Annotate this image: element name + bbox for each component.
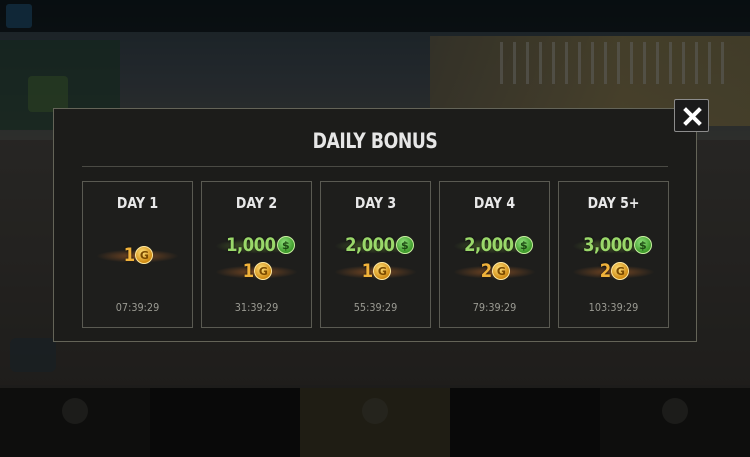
cash-coin-icon: $ [276,236,295,254]
close-button[interactable] [674,99,709,132]
day-timer: 79:39:29 [472,301,517,314]
day-label: DAY 5+ [587,194,640,212]
cash-reward: 2,000 $ [321,234,430,256]
day-label: DAY 1 [116,194,159,212]
gold-reward: 1G [321,260,430,282]
day-timer: 55:39:29 [353,301,398,314]
day-card: DAY 3 2,000 $1 G 55:39:29 [320,181,431,328]
gold-amount: 2 [599,260,611,282]
cash-reward: 1,000 $ [202,234,311,256]
close-icon [683,107,702,126]
gold-coin-icon: G [611,262,630,280]
gold-amount: 1 [361,260,373,282]
gold-reward: 2G [440,260,549,282]
cash-amount: 2,000 [464,234,514,256]
day-label: DAY 4 [473,194,516,212]
day-rewards-list: DAY 1 1 G 07:39:29 DAY 2 1,000 $1 G 31:39:29 DAY … [82,181,669,328]
cash-reward: 3,000 $ [559,234,668,256]
gold-coin-icon: G [492,262,511,280]
gold-amount: 2 [480,260,492,282]
day-card: DAY 2 1,000 $1 G 31:39:29 [201,181,312,328]
gold-reward: 2G [559,260,668,282]
day-label: DAY 3 [354,194,397,212]
daily-bonus-dialog: DAILY BONUS DAY 1 1 G 07:39:29 DAY 2 1,000 $1 G… [53,108,697,342]
gold-coin-icon: G [373,262,392,280]
cash-coin-icon: $ [395,236,414,254]
gold-reward: 1G [202,260,311,282]
day-card: DAY 5+ 3,000 $2 G 103:39:29 [558,181,669,328]
cash-reward: 2,000 $ [440,234,549,256]
cash-amount: 1,000 [226,234,276,256]
cash-coin-icon: $ [633,236,652,254]
cash-amount: 2,000 [345,234,395,256]
gold-reward: 1G [83,244,192,266]
day-label: DAY 2 [235,194,278,212]
day-timer: 103:39:29 [588,301,639,314]
gold-coin-icon: G [135,246,154,264]
day-timer: 07:39:29 [115,301,160,314]
gold-amount: 1 [242,260,254,282]
day-card: DAY 1 1 G 07:39:29 [82,181,193,328]
cash-coin-icon: $ [514,236,533,254]
cash-amount: 3,000 [583,234,633,256]
day-timer: 31:39:29 [234,301,279,314]
title-divider [82,166,668,167]
gold-coin-icon: G [254,262,273,280]
day-card: DAY 4 2,000 $2 G 79:39:29 [439,181,550,328]
gold-amount: 1 [123,244,135,266]
dialog-title: DAILY BONUS [312,129,438,153]
